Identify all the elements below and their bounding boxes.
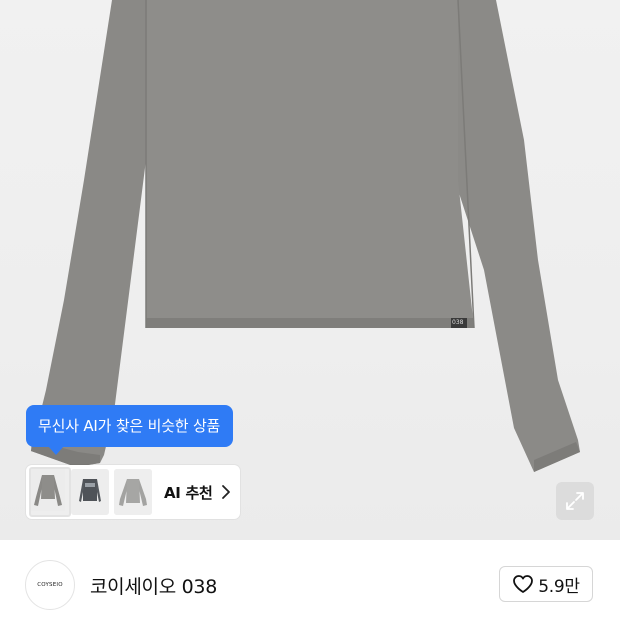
expand-image-button[interactable] bbox=[556, 482, 594, 520]
product-photo bbox=[31, 0, 580, 472]
chevron-right-icon bbox=[222, 485, 230, 499]
tooltip-arrow bbox=[48, 446, 64, 455]
thumbnail-image bbox=[31, 469, 65, 511]
similar-item-thumbnail[interactable] bbox=[114, 469, 152, 515]
heart-icon bbox=[513, 575, 534, 593]
label-tag-text: 038 bbox=[452, 319, 464, 326]
brand-bar: COYSEIO 코이세이오 038 5.9만 bbox=[0, 540, 620, 620]
brand-logo[interactable]: COYSEIO bbox=[25, 560, 75, 610]
ai-recommend-panel[interactable]: AI 추천 bbox=[26, 465, 240, 519]
like-button[interactable]: 5.9만 bbox=[499, 566, 593, 602]
brand-name[interactable]: 코이세이오 038 bbox=[90, 572, 217, 599]
expand-icon bbox=[566, 492, 584, 510]
similar-item-thumbnail[interactable] bbox=[29, 467, 71, 517]
similar-item-thumbnail[interactable] bbox=[71, 469, 109, 515]
ai-similar-tooltip[interactable]: 무신사 AI가 찾은 비슷한 상품 bbox=[26, 405, 234, 455]
ai-recommend-label[interactable]: AI 추천 bbox=[164, 482, 213, 503]
like-count: 5.9만 bbox=[538, 576, 580, 597]
thumbnail-image bbox=[71, 469, 109, 515]
ai-tooltip-text: 무신사 AI가 찾은 비슷한 상품 bbox=[38, 417, 221, 435]
thumbnail-image bbox=[114, 469, 152, 515]
product-image[interactable]: 038 bbox=[0, 0, 620, 540]
brand-logo-text: COYSEIO bbox=[37, 582, 63, 588]
